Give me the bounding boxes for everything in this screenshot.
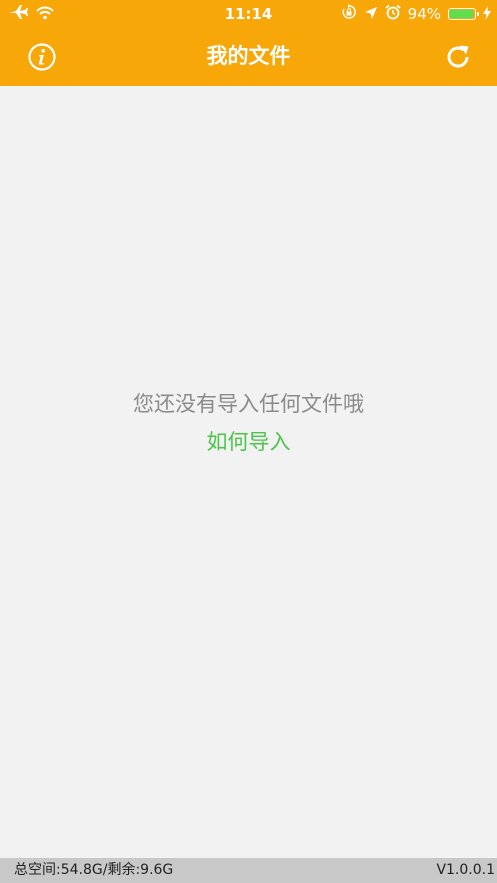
how-to-import-row: 如何导入 [0, 426, 497, 458]
alarm-icon [385, 4, 401, 24]
location-arrow-icon [364, 5, 378, 24]
battery-percentage: 94% [407, 5, 441, 23]
status-bar: 11:14 94% [0, 0, 497, 28]
file-list-area: 您还没有导入任何文件哦 如何导入 [0, 86, 497, 858]
status-bar-right: 94% [341, 4, 491, 24]
page-title: 我的文件 [206, 44, 291, 68]
refresh-icon [447, 45, 469, 68]
refresh-button[interactable] [443, 42, 473, 72]
app-header: 11:14 94% 我的文件 [0, 0, 497, 86]
battery-fill [450, 10, 473, 18]
empty-state-message: 您还没有导入任何文件哦 [133, 392, 364, 416]
how-to-import-link[interactable]: 如何导入 [207, 430, 291, 454]
charging-bolt-icon [483, 5, 491, 24]
storage-footer: 总空间:54.8G/剩余:9.6G V1.0.0.1 [0, 858, 497, 883]
storage-info: 总空间:54.8G/剩余:9.6G [14, 862, 174, 878]
navigation-bar: 我的文件 [0, 28, 497, 86]
battery-icon [448, 8, 479, 20]
app-version: V1.0.0.1 [436, 862, 495, 878]
orientation-lock-icon [341, 4, 357, 24]
